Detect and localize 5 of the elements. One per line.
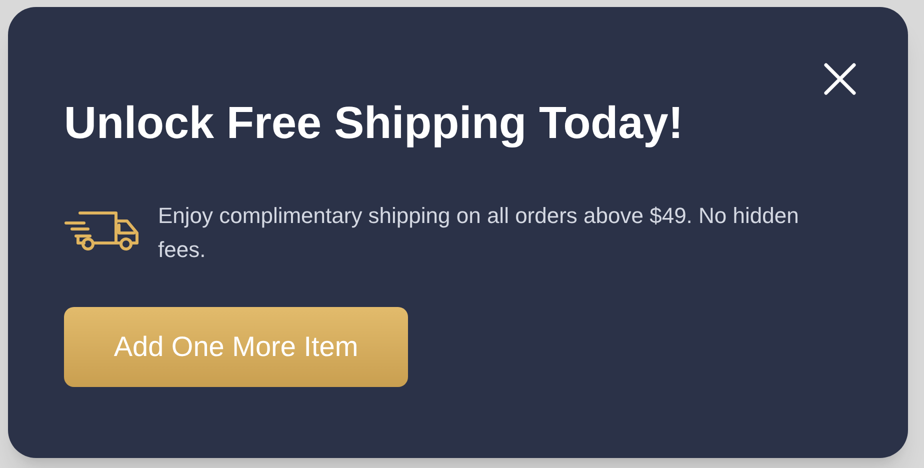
add-item-button[interactable]: Add One More Item [64,307,408,387]
delivery-truck-icon [64,209,140,251]
dialog-title: Unlock Free Shipping Today! [64,96,684,150]
close-icon [823,62,857,96]
shipping-message: Enjoy complimentary shipping on all orders above $49. No hidden fees. [158,202,800,264]
